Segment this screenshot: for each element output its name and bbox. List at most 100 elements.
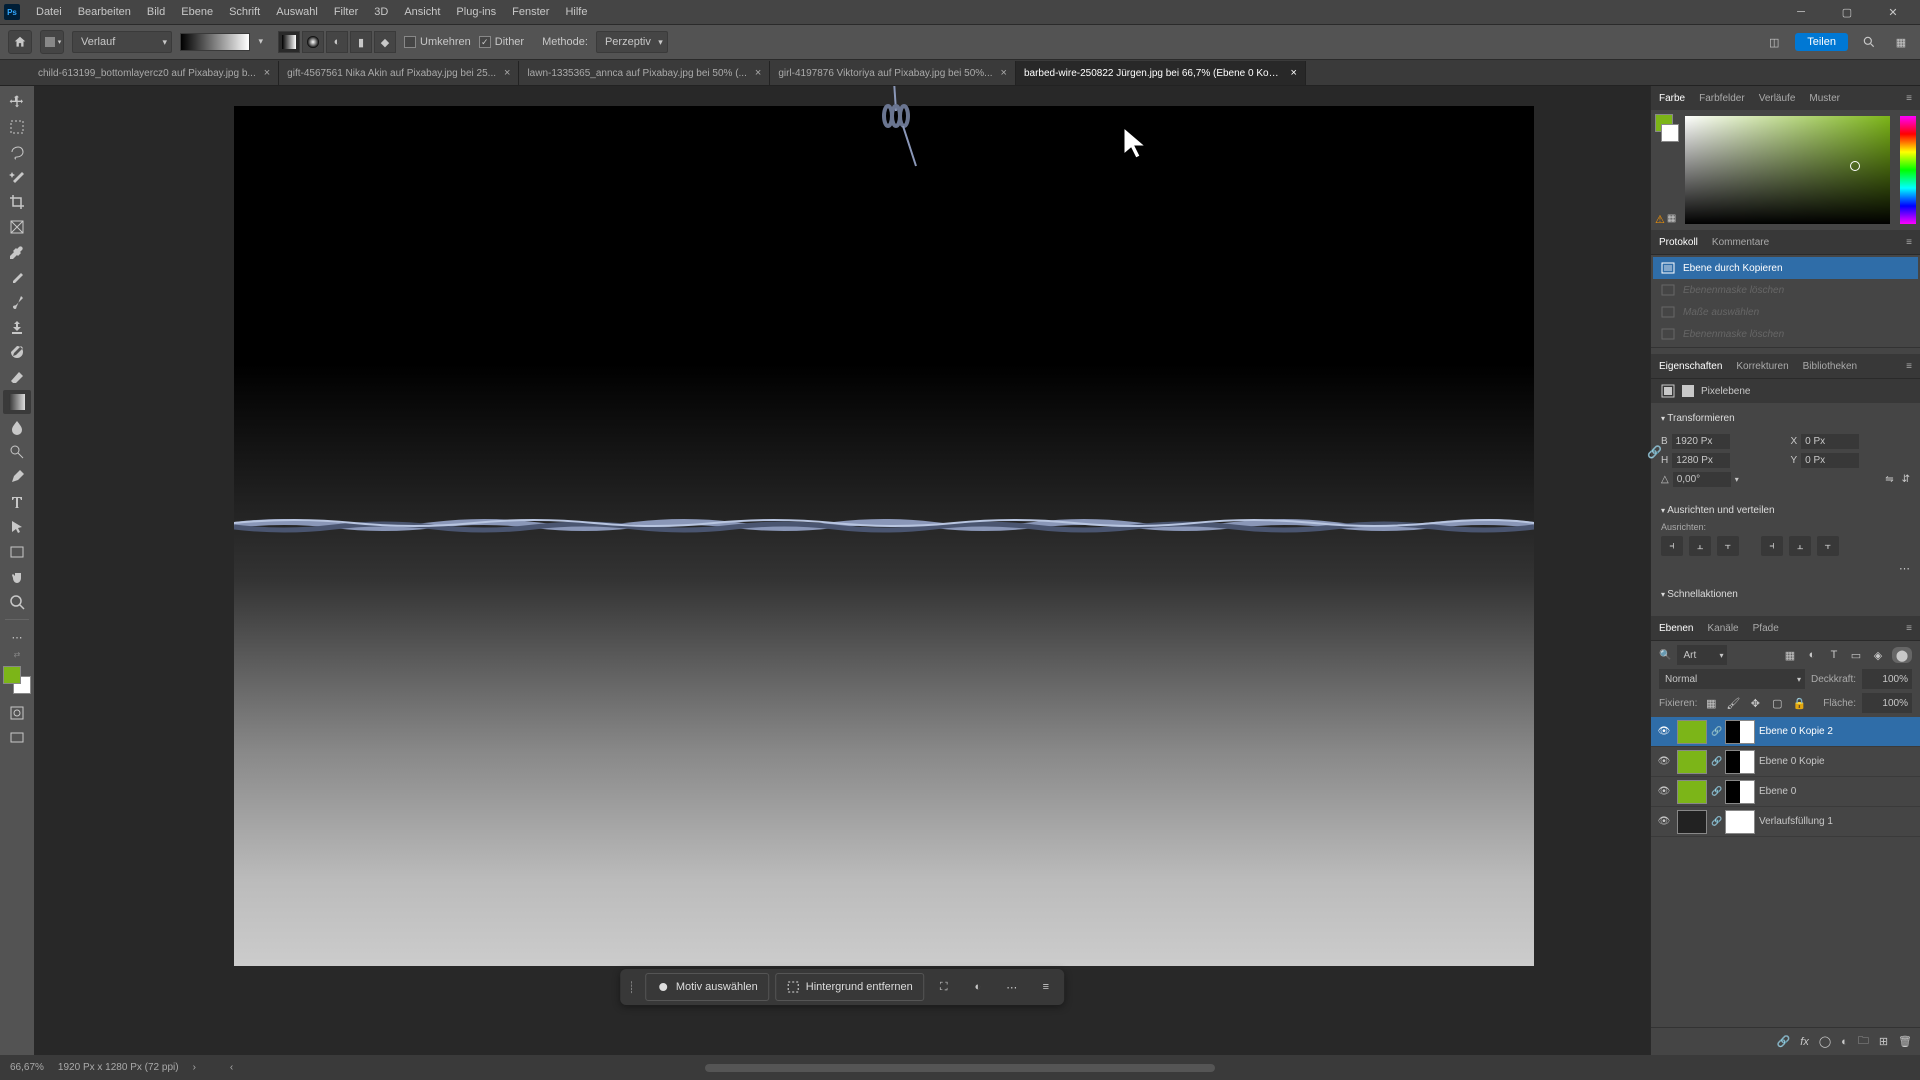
hue-slider[interactable] [1900, 116, 1916, 224]
mask-thumbnail[interactable] [1725, 720, 1755, 744]
history-item[interactable]: Ebene durch Kopieren [1653, 257, 1918, 279]
reverse-checkbox[interactable]: Umkehren [404, 36, 471, 48]
filter-type-icon[interactable]: T [1826, 647, 1842, 663]
menu-schrift[interactable]: Schrift [221, 0, 268, 24]
tab-korrekturen[interactable]: Korrekturen [1736, 361, 1788, 372]
width-input[interactable] [1672, 434, 1730, 449]
eyedropper-tool[interactable] [3, 240, 31, 264]
menu-fenster[interactable]: Fenster [504, 0, 557, 24]
link-layers-icon[interactable]: 🔗 [1777, 1035, 1791, 1048]
zoom-tool[interactable] [3, 590, 31, 614]
rectangle-tool[interactable] [3, 540, 31, 564]
quick-actions-section-header[interactable]: Schnellaktionen [1661, 583, 1910, 606]
tab-farbfelder[interactable]: Farbfelder [1699, 93, 1745, 104]
marquee-tool[interactable] [3, 115, 31, 139]
gamut-warning-icon[interactable]: ⚠ [1655, 213, 1665, 226]
edit-toolbar-button[interactable]: ⋯ [3, 625, 31, 649]
mask-thumbnail[interactable] [1725, 810, 1755, 834]
y-input[interactable] [1801, 453, 1859, 468]
swap-reset-colors[interactable]: ⇄ [14, 650, 21, 659]
more-icon[interactable]: ⋯ [998, 973, 1026, 1001]
layer-style-icon[interactable]: fx [1800, 1036, 1809, 1048]
blend-mode-dropdown[interactable]: Normal [1659, 669, 1805, 689]
new-layer-icon[interactable]: ⊞ [1879, 1035, 1888, 1048]
document-canvas[interactable] [234, 106, 1534, 966]
tab-verlaeufe[interactable]: Verläufe [1759, 93, 1796, 104]
filter-shape-icon[interactable]: ▭ [1848, 647, 1864, 663]
lock-artboard-icon[interactable]: ▢ [1769, 695, 1785, 711]
tab-kanaele[interactable]: Kanäle [1707, 623, 1738, 634]
color-field[interactable] [1685, 116, 1890, 224]
transform-section-header[interactable]: Transformieren [1661, 407, 1910, 430]
blur-tool[interactable] [3, 415, 31, 439]
link-dimensions-icon[interactable]: 🔗 [1647, 445, 1662, 459]
search-icon[interactable] [1858, 31, 1880, 53]
mask-thumbnail[interactable] [1725, 780, 1755, 804]
magic-wand-tool[interactable] [3, 165, 31, 189]
angle-input[interactable] [1673, 472, 1731, 487]
hand-tool[interactable] [3, 565, 31, 589]
workspace-switcher-icon[interactable]: ▦ [1890, 31, 1912, 53]
healing-brush-tool[interactable] [3, 265, 31, 289]
document-tab[interactable]: gift-4567561 Nika Akin auf Pixabay.jpg b… [279, 61, 519, 85]
align-hcenter-icon[interactable]: ⫠ [1689, 536, 1711, 556]
menu-plugins[interactable]: Plug-ins [448, 0, 504, 24]
drag-handle-icon[interactable]: ┊ [624, 981, 639, 994]
gradient-tool[interactable] [3, 390, 31, 414]
panel-menu-icon[interactable]: ≡ [1906, 361, 1912, 372]
align-section-header[interactable]: Ausrichten und verteilen [1661, 499, 1910, 522]
visibility-toggle[interactable]: 👁 [1655, 786, 1673, 797]
brush-tool[interactable] [3, 290, 31, 314]
menu-3d[interactable]: 3D [366, 0, 396, 24]
tab-muster[interactable]: Muster [1809, 93, 1840, 104]
layer-thumbnail[interactable] [1677, 810, 1707, 834]
mask-thumbnail[interactable] [1725, 750, 1755, 774]
select-subject-button[interactable]: Motiv auswählen [645, 973, 769, 1001]
filter-smartobject-icon[interactable]: ◈ [1870, 647, 1886, 663]
gradient-radial-button[interactable] [302, 31, 324, 53]
align-top-icon[interactable]: ⫞ [1761, 536, 1783, 556]
menu-bearbeiten[interactable]: Bearbeiten [70, 0, 139, 24]
remove-background-button[interactable]: Hintergrund entfernen [775, 973, 924, 1001]
background-swatch[interactable] [1661, 124, 1679, 142]
fill-input[interactable]: 100% [1862, 693, 1912, 713]
history-item[interactable]: Ebenenmaske löschen [1653, 279, 1918, 301]
close-icon[interactable]: × [504, 67, 510, 79]
document-tab[interactable]: barbed-wire-250822 Jürgen.jpg bei 66,7% … [1016, 61, 1306, 85]
tab-protokoll[interactable]: Protokoll [1659, 237, 1698, 248]
history-item[interactable]: Maße auswählen [1653, 301, 1918, 323]
dither-checkbox[interactable]: ✓ Dither [479, 36, 524, 48]
screen-mode-button[interactable] [3, 726, 31, 750]
filter-search-icon[interactable]: 🔍 [1659, 650, 1671, 661]
close-icon[interactable]: × [1291, 67, 1297, 79]
move-tool[interactable] [3, 90, 31, 114]
mask-link-icon[interactable]: 🔗 [1711, 816, 1721, 827]
layer-thumbnail[interactable] [1677, 720, 1707, 744]
align-left-icon[interactable]: ⫞ [1661, 536, 1683, 556]
document-tab[interactable]: girl-4197876 Viktoriya auf Pixabay.jpg b… [770, 61, 1016, 85]
home-button[interactable] [8, 30, 32, 54]
lasso-tool[interactable] [3, 140, 31, 164]
align-bottom-icon[interactable]: ⫟ [1817, 536, 1839, 556]
adjustment-icon[interactable]: ◐ [964, 973, 992, 1001]
filter-pixel-icon[interactable]: ▦ [1782, 647, 1798, 663]
menu-hilfe[interactable]: Hilfe [557, 0, 595, 24]
document-tab[interactable]: child-613199_bottomlayercz0 auf Pixabay.… [30, 61, 279, 85]
zoom-level[interactable]: 66,67% [10, 1062, 44, 1073]
close-icon[interactable]: × [755, 67, 761, 79]
history-brush-tool[interactable] [3, 340, 31, 364]
layer-item[interactable]: 👁 🔗 Ebene 0 Kopie 2 [1651, 717, 1920, 747]
close-icon[interactable]: × [264, 67, 270, 79]
pen-tool[interactable] [3, 465, 31, 489]
tab-bibliotheken[interactable]: Bibliotheken [1803, 361, 1857, 372]
flip-vertical-icon[interactable]: ⇵ [1902, 474, 1910, 485]
color-panel-swatches[interactable] [1651, 110, 1679, 230]
method-dropdown[interactable]: Perzeptiv [596, 31, 668, 53]
menu-bild[interactable]: Bild [139, 0, 173, 24]
align-right-icon[interactable]: ⫟ [1717, 536, 1739, 556]
frame-tool[interactable] [3, 215, 31, 239]
panel-menu-icon[interactable]: ≡ [1906, 93, 1912, 104]
panel-menu-icon[interactable]: ≡ [1906, 237, 1912, 248]
close-button[interactable]: ✕ [1870, 0, 1916, 24]
tab-eigenschaften[interactable]: Eigenschaften [1659, 361, 1722, 372]
